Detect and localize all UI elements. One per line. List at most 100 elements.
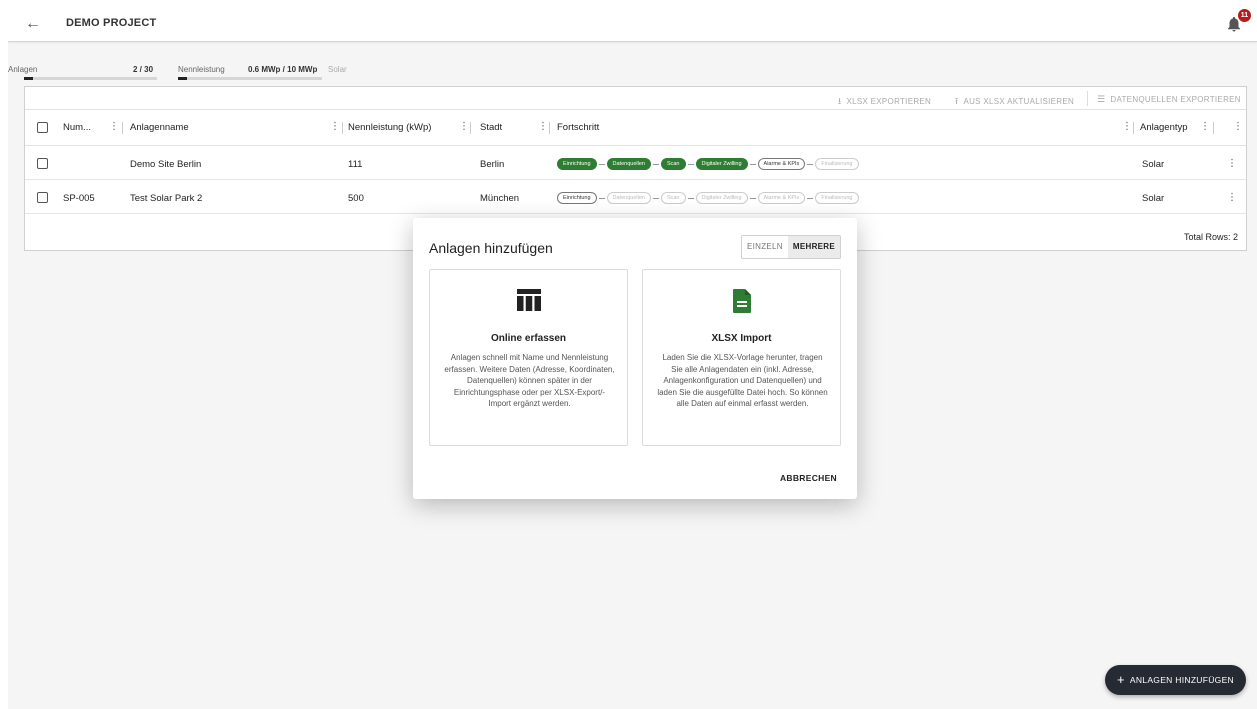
step-connector	[749, 163, 756, 165]
progress-step-chip: Einrichtung	[557, 158, 597, 170]
table-header: Num... ⋮ Anlagenname ⋮ Nennleistung (kWp…	[25, 110, 1246, 146]
cell-num: SP-005	[63, 193, 95, 204]
step-connector	[652, 163, 659, 165]
back-arrow-icon[interactable]: ←	[22, 13, 44, 35]
step-connector	[687, 197, 694, 199]
column-type[interactable]: Anlagentyp	[1140, 122, 1188, 133]
cell-name: Demo Site Berlin	[130, 159, 202, 170]
add-plants-button[interactable]: + ANLAGEN HINZUFÜGEN	[1104, 665, 1246, 695]
online-entry-option[interactable]: Online erfassen Anlagen schnell mit Name…	[429, 269, 628, 446]
project-title: DEMO PROJECT	[66, 17, 157, 29]
column-power[interactable]: Nennleistung (kWp)	[348, 122, 431, 133]
online-entry-title: Online erfassen	[490, 333, 567, 344]
progress-step-chip: Alarme & KPIs	[757, 192, 806, 204]
step-connector	[598, 163, 605, 165]
select-all-checkbox[interactable]	[37, 122, 48, 133]
progress-step-chip: Alarme & KPIs	[757, 158, 806, 170]
xlsx-import-description: Laden Sie die XLSX-Vorlage herunter, tra…	[657, 353, 828, 408]
export-datasources-button[interactable]: ☰ DATENQUELLEN EXPORTIEREN	[1097, 94, 1241, 105]
progress-step-chip: Finalisierung	[815, 158, 859, 170]
step-connector	[807, 197, 814, 199]
step-connector	[749, 197, 756, 199]
column-city[interactable]: Stadt	[480, 122, 502, 133]
plus-icon: +	[1116, 672, 1125, 687]
export-xlsx-button[interactable]: ⭳ XLSX EXPORTIEREN	[838, 94, 931, 110]
progress-step-chip: Digitaler Zwilling	[695, 192, 748, 204]
progress-step-chip: Digitaler Zwilling	[695, 158, 748, 170]
progress-step-chip: Scan	[660, 158, 686, 170]
progress-step-chip: Datenquellen	[606, 192, 651, 204]
progress-steps: Einrichtung Datenquellen Scan Digitaler Zwi…	[557, 191, 859, 205]
column-menu-icon[interactable]: ⋮	[538, 121, 548, 132]
progress-step-chip: Datenquellen	[606, 158, 651, 170]
xlsx-import-title: XLSX Import	[711, 333, 772, 344]
row-checkbox[interactable]	[37, 158, 48, 169]
anlagen-progress-bar	[24, 77, 157, 80]
row-menu-icon[interactable]: ⋮	[1227, 192, 1237, 203]
table-icon	[516, 288, 542, 317]
document-icon	[732, 288, 752, 319]
column-menu-icon[interactable]: ⋮	[109, 121, 119, 132]
step-connector	[652, 197, 659, 199]
column-divider[interactable]	[1213, 122, 1214, 134]
notification-badge: 11	[1238, 9, 1251, 22]
online-entry-description: Anlagen schnell mit Name und Nennleistun…	[444, 353, 615, 408]
export-xlsx-label: XLSX EXPORTIEREN	[846, 97, 932, 106]
anlagen-label: Anlagen	[8, 65, 38, 74]
toggle-multiple-button[interactable]: MEHRERE	[787, 236, 840, 258]
anlagen-value: 2 / 30	[133, 65, 154, 74]
table-toolbar: ⭳ XLSX EXPORTIEREN ⭱ AUS XLSX AKTUALISIERE…	[25, 87, 1246, 110]
progress-step-chip: Finalisierung	[815, 192, 859, 204]
table-row[interactable]: SP-005 Test Solar Park 2 500 München Ein…	[25, 181, 1246, 214]
cell-city: München	[480, 193, 520, 204]
progress-steps: Einrichtung Datenquellen Scan Digitaler Zwi…	[557, 157, 859, 171]
anlagen-progress-fill	[24, 77, 33, 80]
column-menu-icon[interactable]: ⋮	[1122, 121, 1132, 132]
update-xlsx-button[interactable]: ⭱ AUS XLSX AKTUALISIEREN	[955, 94, 1074, 110]
row-menu-icon[interactable]: ⋮	[1227, 158, 1237, 169]
download-icon: ⭳	[838, 96, 842, 106]
table-row[interactable]: Demo Site Berlin 111 Berlin Einrichtung D…	[25, 147, 1246, 180]
column-divider[interactable]	[342, 122, 343, 134]
type-label: Solar	[328, 65, 347, 74]
row-checkbox[interactable]	[37, 192, 48, 203]
nennleistung-progress-fill	[178, 77, 187, 80]
cell-power: 500	[348, 193, 364, 204]
toggle-single-button[interactable]: EINZELN	[742, 236, 788, 258]
column-num[interactable]: Num...	[63, 122, 91, 133]
column-name[interactable]: Anlagenname	[130, 122, 189, 133]
list-icon: ☰	[1097, 94, 1106, 104]
column-divider[interactable]	[470, 122, 471, 134]
column-menu-icon[interactable]: ⋮	[1200, 121, 1210, 132]
toolbar-divider	[1087, 91, 1088, 106]
column-progress[interactable]: Fortschritt	[557, 122, 599, 133]
cancel-button[interactable]: ABBRECHEN	[780, 473, 837, 483]
cell-city: Berlin	[480, 159, 505, 170]
top-bar: ← DEMO PROJECT 11	[8, 5, 1257, 42]
mode-toggle: EINZELN MEHRERE	[741, 235, 841, 259]
total-rows: Total Rows: 2	[1183, 232, 1238, 242]
upload-icon: ⭱	[955, 96, 959, 106]
nennleistung-label: Nennleistung	[178, 65, 225, 74]
column-divider[interactable]	[1133, 122, 1134, 134]
nennleistung-value: 0.6 MWp / 10 MWp	[248, 65, 318, 74]
cell-power: 111	[348, 159, 363, 170]
column-menu-icon[interactable]: ⋮	[330, 121, 340, 132]
progress-step-chip: Einrichtung	[557, 192, 597, 204]
dialog-title: Anlagen hinzufügen	[429, 240, 553, 256]
step-connector	[807, 163, 814, 165]
cell-type: Solar	[1142, 159, 1165, 170]
step-connector	[598, 197, 605, 199]
xlsx-import-option[interactable]: XLSX Import Laden Sie die XLSX-Vorlage h…	[642, 269, 841, 446]
column-divider[interactable]	[122, 122, 123, 134]
nennleistung-progress-bar	[178, 77, 322, 80]
export-datasources-label: DATENQUELLEN EXPORTIEREN	[1110, 95, 1241, 104]
column-menu-icon[interactable]: ⋮	[459, 121, 469, 132]
cell-type: Solar	[1142, 193, 1165, 204]
column-divider[interactable]	[549, 122, 550, 134]
step-connector	[687, 163, 694, 165]
add-plants-dialog: Anlagen hinzufügen EINZELN MEHRERE Onlin…	[413, 218, 857, 499]
column-menu-icon[interactable]: ⋮	[1233, 121, 1243, 132]
update-xlsx-label: AUS XLSX AKTUALISIEREN	[963, 97, 1075, 106]
progress-step-chip: Scan	[660, 192, 686, 204]
